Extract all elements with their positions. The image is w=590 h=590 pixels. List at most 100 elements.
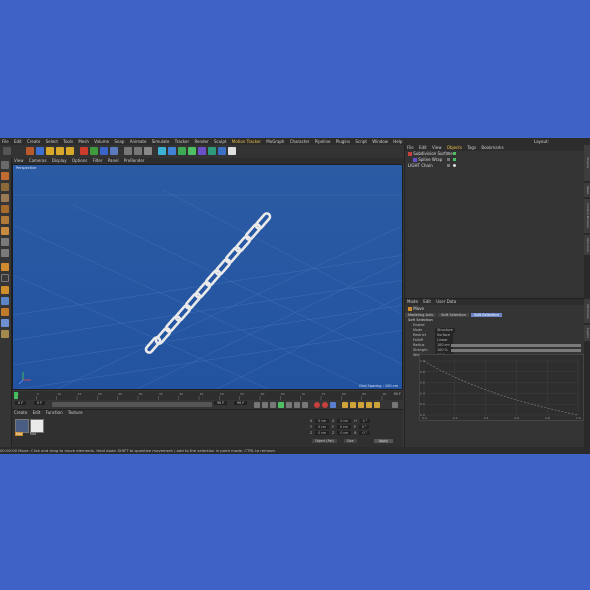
- timeline-ruler[interactable]: 0 5 10 15 20 25 30 35 40 45 50 55 60 65 70 75 80 85 90 90 …: [12, 391, 403, 400]
- max-frame-field[interactable]: 90 F: [234, 401, 248, 405]
- viewport-menu-view[interactable]: View: [12, 158, 26, 163]
- menu-select[interactable]: Select: [44, 139, 60, 144]
- texture-mode-icon[interactable]: [1, 183, 9, 191]
- menu-file[interactable]: File: [0, 139, 11, 144]
- keyframe-selection-icon[interactable]: [330, 402, 336, 408]
- menu-snap[interactable]: Snap: [112, 139, 126, 144]
- apply-button[interactable]: Apply: [374, 439, 393, 443]
- position-key-icon[interactable]: [342, 402, 348, 408]
- snap-icon[interactable]: [1, 263, 9, 271]
- param-key-icon[interactable]: [366, 402, 372, 408]
- next-frame-icon[interactable]: [286, 402, 292, 408]
- axis-y-icon[interactable]: [90, 147, 98, 155]
- rotation-key-icon[interactable]: [358, 402, 364, 408]
- 3d-viewport[interactable]: Perspective Grid Spacing : 100 cm: [12, 164, 403, 390]
- menu-mesh[interactable]: Mesh: [76, 139, 91, 144]
- render-view-icon[interactable]: [124, 147, 132, 155]
- menu-window[interactable]: Window: [370, 139, 390, 144]
- rotate-icon[interactable]: [56, 147, 64, 155]
- object-row-chain[interactable]: LIGHT Chain: [405, 163, 585, 169]
- pen-icon[interactable]: [168, 147, 176, 155]
- viewport-menu-options[interactable]: Options: [70, 158, 89, 163]
- visibility-toggle-icon[interactable]: [447, 152, 450, 155]
- previous-key-icon[interactable]: [262, 402, 268, 408]
- side-tab-objects[interactable]: Objects: [584, 145, 590, 181]
- menu-tools[interactable]: Tools: [61, 139, 75, 144]
- viewport-menu-filter[interactable]: Filter: [91, 158, 105, 163]
- side-tab-content-browser[interactable]: Content Browser: [584, 199, 590, 233]
- light-icon[interactable]: [228, 147, 236, 155]
- planar-workplane-icon[interactable]: [1, 297, 9, 305]
- coordinate-system-icon[interactable]: [110, 147, 118, 155]
- menu-volume[interactable]: Volume: [92, 139, 111, 144]
- environment-icon[interactable]: [208, 147, 216, 155]
- points-mode-icon[interactable]: [1, 205, 9, 213]
- scale-icon[interactable]: [46, 147, 54, 155]
- material-menu-function[interactable]: Function: [44, 410, 65, 415]
- tab-soft-selection-active[interactable]: Soft Selection: [471, 313, 502, 317]
- rotation-p-field[interactable]: 0 °: [358, 425, 370, 429]
- point-level-key-icon[interactable]: [374, 402, 380, 408]
- side-tab-layers[interactable]: Layers: [584, 325, 590, 341]
- solo-icon[interactable]: [1, 308, 9, 316]
- select-icon[interactable]: [26, 147, 34, 155]
- viewport-menu-panel[interactable]: Panel: [106, 158, 121, 163]
- camera-icon[interactable]: [218, 147, 226, 155]
- objects-menu-objects[interactable]: Objects: [445, 145, 464, 150]
- recent-tools-icon[interactable]: [66, 147, 74, 155]
- undo-icon[interactable]: [3, 147, 11, 155]
- viewport-solo-icon[interactable]: [1, 330, 9, 338]
- start-frame-field[interactable]: 0 F: [15, 401, 27, 405]
- tab-modeling-axis[interactable]: Modeling Axis: [405, 313, 436, 317]
- go-to-start-icon[interactable]: [254, 402, 260, 408]
- coordinate-mode-dropdown[interactable]: Object (Rel): [312, 439, 337, 443]
- next-key-icon[interactable]: [294, 402, 300, 408]
- attributes-menu-edit[interactable]: Edit: [421, 299, 433, 304]
- render-settings-icon[interactable]: [144, 147, 152, 155]
- material-swatch[interactable]: [30, 419, 44, 433]
- side-tab-takes[interactable]: Takes: [584, 183, 590, 197]
- size-z-field[interactable]: 0 cm: [337, 431, 352, 435]
- viewport-menu-display[interactable]: Display: [50, 158, 69, 163]
- menu-script[interactable]: Script: [353, 139, 369, 144]
- material-swatch[interactable]: [15, 419, 29, 433]
- solo-off-icon[interactable]: [1, 319, 9, 327]
- attributes-menu-user-data[interactable]: User Data: [434, 299, 458, 304]
- tab-soft-selection[interactable]: Soft Selection: [438, 313, 469, 317]
- move-icon[interactable]: [36, 147, 44, 155]
- check-icon[interactable]: [453, 152, 456, 155]
- attribute-slider[interactable]: [451, 349, 581, 352]
- array-icon[interactable]: [188, 147, 196, 155]
- autokey-icon[interactable]: [322, 402, 328, 408]
- play-icon[interactable]: [278, 402, 284, 408]
- rotation-h-field[interactable]: 0 °: [359, 419, 371, 423]
- menu-edit[interactable]: Edit: [12, 139, 24, 144]
- visibility-toggle-icon[interactable]: [447, 158, 450, 161]
- attribute-slider[interactable]: [451, 344, 581, 347]
- objects-menu-edit[interactable]: Edit: [417, 145, 429, 150]
- menu-character[interactable]: Character: [288, 139, 312, 144]
- material-menu-create[interactable]: Create: [12, 410, 29, 415]
- timeline-menu-icon[interactable]: [392, 402, 398, 408]
- viewport-menu-prorender[interactable]: ProRender: [122, 158, 147, 163]
- side-tab-structure[interactable]: Structure: [584, 235, 590, 255]
- menu-help[interactable]: Help: [391, 139, 404, 144]
- menu-create[interactable]: Create: [25, 139, 42, 144]
- material-tag-icon[interactable]: [453, 164, 456, 167]
- menu-simulate[interactable]: Simulate: [150, 139, 172, 144]
- workplane-icon[interactable]: [1, 194, 9, 202]
- menu-pipeline[interactable]: Pipeline: [313, 139, 333, 144]
- side-tab-attributes[interactable]: Attributes: [584, 299, 590, 323]
- size-y-field[interactable]: 0 cm: [336, 425, 351, 429]
- subdivision-icon[interactable]: [178, 147, 186, 155]
- material-menu-texture[interactable]: Texture: [66, 410, 85, 415]
- menu-render[interactable]: Render: [192, 139, 210, 144]
- menu-plugins[interactable]: Plugins: [334, 139, 352, 144]
- objects-menu-file[interactable]: File: [405, 145, 416, 150]
- deformer-icon[interactable]: [198, 147, 206, 155]
- go-to-end-icon[interactable]: [302, 402, 308, 408]
- end-frame-field[interactable]: 90 F: [214, 401, 228, 405]
- viewport-menu-cameras[interactable]: Cameras: [27, 158, 49, 163]
- position-z-field[interactable]: 0 cm: [315, 431, 330, 435]
- objects-menu-bookmarks[interactable]: Bookmarks: [479, 145, 505, 150]
